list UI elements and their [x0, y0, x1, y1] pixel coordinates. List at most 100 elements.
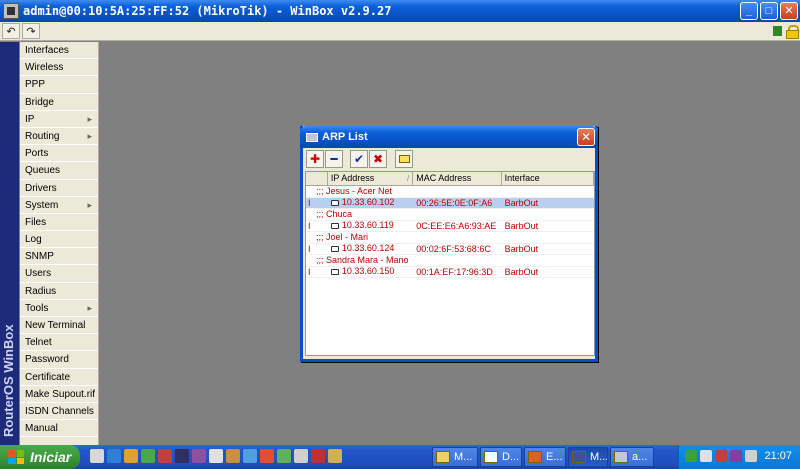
- ie-icon[interactable]: [107, 449, 121, 463]
- column-header-ip-address[interactable]: IP Address /: [328, 172, 414, 185]
- menu-item-label: Telnet: [25, 337, 52, 349]
- menu-item-wireless[interactable]: Wireless: [20, 59, 98, 77]
- comment-icon[interactable]: [395, 150, 413, 168]
- document-icon: [484, 451, 498, 463]
- enable-icon[interactable]: ✔: [350, 150, 368, 168]
- tray-icon[interactable]: [715, 450, 727, 462]
- app-icon[interactable]: [311, 449, 325, 463]
- column-header-mac-address[interactable]: MAC Address: [413, 172, 502, 185]
- taskbar-item[interactable]: M...: [432, 447, 478, 467]
- desktop-icon[interactable]: [90, 449, 104, 463]
- arp-comment: ;;; Joel - Mari: [316, 232, 369, 242]
- arp-table-row[interactable]: I 10.33.60.119 0C:EE:E6:A6:93:AE BarbOut: [306, 220, 594, 232]
- submenu-arrow-icon: ▸: [87, 302, 92, 313]
- menu-item-ip[interactable]: IP ▸: [20, 111, 98, 128]
- menu-item-tools[interactable]: Tools ▸: [20, 300, 98, 317]
- app-icon[interactable]: [158, 449, 172, 463]
- close-button[interactable]: ✕: [780, 2, 798, 20]
- menu-item-files[interactable]: Files: [20, 214, 98, 232]
- menu-item-manual[interactable]: Manual: [20, 420, 98, 438]
- app-icon[interactable]: [141, 449, 155, 463]
- app-icon[interactable]: [260, 449, 274, 463]
- undo-button[interactable]: ↶: [2, 23, 20, 39]
- menu-item-label: SNMP: [25, 251, 54, 263]
- arp-entry-icon: [330, 245, 339, 252]
- menu-item-ports[interactable]: Ports: [20, 145, 98, 163]
- menu-item-make-supout-rif[interactable]: Make Supout.rif: [20, 386, 98, 403]
- window-title: admin@00:10:5A:25:FF:52 (MikroTik) - Win…: [23, 4, 392, 18]
- menu-item-drivers[interactable]: Drivers: [20, 180, 98, 197]
- clock[interactable]: 21:07: [764, 450, 792, 462]
- menu-item-label: Make Supout.rif: [25, 388, 96, 400]
- menu-item-certificate[interactable]: Certificate: [20, 369, 98, 386]
- winbox-app-icon[interactable]: [3, 3, 19, 19]
- maximize-button[interactable]: □: [760, 2, 778, 20]
- app-icon[interactable]: [209, 449, 223, 463]
- arp-table-row[interactable]: I 10.33.60.124 00:02:6F:53:68:6C BarbOut: [306, 243, 594, 255]
- column-header-interface[interactable]: Interface: [502, 172, 594, 185]
- remove-icon[interactable]: ━: [325, 150, 343, 168]
- app-icon[interactable]: [226, 449, 240, 463]
- window-icon: [306, 132, 318, 142]
- app-icon[interactable]: [243, 449, 257, 463]
- menu-item-interfaces[interactable]: Interfaces: [20, 42, 98, 60]
- arp-close-button[interactable]: ✕: [577, 128, 595, 146]
- volume-icon[interactable]: [745, 450, 757, 462]
- arp-comment-row[interactable]: ;;; Chuca: [306, 209, 594, 221]
- app-icon[interactable]: [328, 449, 342, 463]
- taskbar-item-winbox[interactable]: M...: [568, 447, 608, 467]
- menu-item-new-terminal[interactable]: New Terminal: [20, 317, 98, 335]
- menu-item-radius[interactable]: Radius: [20, 283, 98, 300]
- add-icon[interactable]: ✚: [306, 150, 324, 168]
- redo-button[interactable]: ↷: [22, 23, 40, 39]
- window-titlebar[interactable]: admin@00:10:5A:25:FF:52 (MikroTik) - Win…: [0, 0, 800, 22]
- menu-item-isdn-channels[interactable]: ISDN Channels: [20, 403, 98, 421]
- arp-comment: ;;; Jesus - Acer Net: [316, 186, 393, 196]
- arp-table-row[interactable]: I 10.33.60.150 00:1A:EF:17:96:3D BarbOut: [306, 266, 594, 278]
- arp-ip-address: 10.33.60.119: [328, 221, 413, 232]
- column-header-flag[interactable]: [306, 172, 328, 185]
- menu-item-routing[interactable]: Routing ▸: [20, 128, 98, 146]
- menu-item-label: Drivers: [25, 182, 57, 194]
- menu-item-label: ISDN Channels: [25, 405, 94, 417]
- app-icon[interactable]: [192, 449, 206, 463]
- menu-item-users[interactable]: Users: [20, 265, 98, 283]
- taskbar-item[interactable]: E...: [524, 447, 566, 467]
- menu-item-ppp[interactable]: PPP: [20, 76, 98, 94]
- taskbar-item[interactable]: D...: [480, 447, 522, 467]
- app-icon[interactable]: [124, 449, 138, 463]
- table-header: IP Address / MAC Address Interface: [306, 172, 594, 186]
- arp-window-title: ARP List: [322, 131, 368, 143]
- menu-item-system[interactable]: System ▸: [20, 197, 98, 214]
- app-icon[interactable]: [294, 449, 308, 463]
- menu-item-password[interactable]: Password: [20, 351, 98, 369]
- arp-comment-row[interactable]: ;;; Joel - Mari: [306, 232, 594, 244]
- menu-item-log[interactable]: Log: [20, 231, 98, 249]
- menu-item-label: Radius: [25, 285, 57, 297]
- window-icon: [614, 451, 628, 463]
- tray-icon[interactable]: [730, 450, 742, 462]
- menu-item-label: New Terminal: [25, 320, 86, 331]
- app-icon[interactable]: [277, 449, 291, 463]
- app-icon[interactable]: [175, 449, 189, 463]
- taskbar-item[interactable]: a...: [610, 447, 654, 467]
- menu-item-telnet[interactable]: Telnet: [20, 334, 98, 352]
- sort-indicator: /: [407, 174, 410, 183]
- arp-interface: BarbOut: [504, 220, 539, 231]
- arp-flag: I: [308, 243, 311, 254]
- menu-item-snmp[interactable]: SNMP: [20, 248, 98, 266]
- winbox-icon: [572, 451, 586, 463]
- menu-item-queues[interactable]: Queues: [20, 162, 98, 180]
- arp-interface: BarbOut: [504, 243, 539, 254]
- disable-icon[interactable]: ✖: [369, 150, 387, 168]
- menu-item-bridge[interactable]: Bridge: [20, 94, 98, 111]
- arp-window-titlebar[interactable]: ARP List ✕: [300, 126, 598, 148]
- tray-icon[interactable]: [700, 450, 712, 462]
- arp-comment-row[interactable]: ;;; Sandra Mara - Mano: [306, 255, 594, 267]
- tray-icon[interactable]: [685, 450, 697, 462]
- arp-table-row[interactable]: I 10.33.60.102 00:26:5E:0E:0F:A6 BarbOut: [306, 197, 594, 209]
- minimize-button[interactable]: _: [740, 2, 758, 20]
- arp-flag: I: [308, 266, 311, 277]
- start-button[interactable]: Iniciar: [0, 445, 80, 469]
- arp-comment-row[interactable]: ;;; Jesus - Acer Net: [306, 186, 594, 198]
